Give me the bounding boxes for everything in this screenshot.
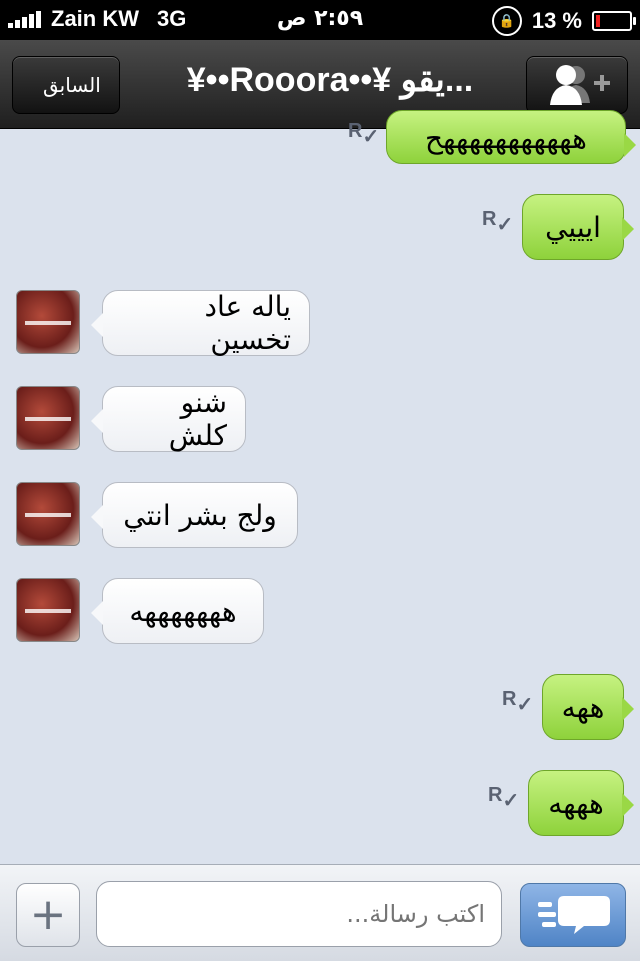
battery-icon [592,11,636,31]
back-button-label: السابق [43,73,101,97]
message-text: ههه [561,690,605,724]
read-receipt-icon: R✓ [488,784,520,812]
incoming-message[interactable]: شنو كلش [91,386,246,452]
outgoing-message[interactable]: ههه [542,674,634,740]
add-attachment-button[interactable]: + [16,883,80,947]
battery-percent: 13 % [531,8,582,33]
message-text: هههههههههههح [425,122,587,155]
message-text: ياله عاد تخسين [204,290,291,356]
incoming-message[interactable]: ولج بشر انتي [91,482,298,548]
message-text: ايييي [545,210,601,244]
contact-avatar[interactable] [16,482,80,546]
contact-avatar[interactable] [16,386,80,450]
incoming-message[interactable]: هههههههه [91,578,264,644]
read-receipt-icon: R✓ [502,688,534,716]
chat-title: ¥••Rooora••¥ يقو... [186,61,474,99]
incoming-message[interactable]: ياله عاد تخسين [91,290,310,356]
outgoing-message[interactable]: ايييي [522,194,634,260]
status-bar: Zain KW 3G ٢:٥٩ ص 🔒 13 % [0,0,640,40]
message-text: ولج بشر انتي [123,498,277,532]
contact-avatar[interactable] [16,578,80,642]
composer-bar: + [0,864,640,961]
outgoing-message[interactable]: هههههههههههح [386,110,636,164]
outgoing-message[interactable]: هههه [528,770,634,836]
back-button[interactable]: السابق [12,56,120,114]
add-contact-icon [550,65,610,105]
rotation-lock-icon: 🔒 [491,6,522,36]
contact-avatar[interactable] [16,290,80,354]
plus-icon: + [29,889,67,940]
read-receipt-icon: R✓ [482,208,514,236]
message-text: شنو كلش [168,386,227,452]
read-receipt-icon: R✓ [348,120,380,148]
send-button[interactable] [520,883,626,947]
message-input[interactable] [96,881,502,947]
send-icon [538,896,610,934]
message-text: هههه [548,786,604,820]
message-text: هههههههه [129,594,237,628]
add-contact-button[interactable] [526,56,628,114]
